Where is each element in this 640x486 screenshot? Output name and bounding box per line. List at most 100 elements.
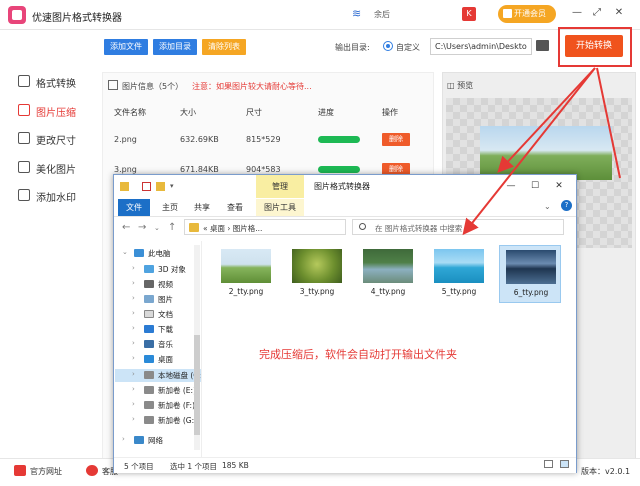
tab-picture-tools[interactable]: 图片工具 xyxy=(256,199,304,216)
forward-arrow-icon[interactable]: → xyxy=(138,222,146,233)
file-thumbnail xyxy=(221,249,271,283)
properties-icon[interactable] xyxy=(142,182,151,191)
add-file-button[interactable]: 添加文件 xyxy=(104,39,148,55)
status-selected: 选中 1 个项目 xyxy=(170,462,218,471)
up-arrow-icon[interactable]: ↑ xyxy=(168,222,176,233)
close-icon[interactable]: ✕ xyxy=(612,6,626,20)
sidebar-item-label: 美化图片 xyxy=(36,165,76,176)
file-item[interactable]: 4_tty.png xyxy=(357,245,419,303)
tree-item-label: 此电脑 xyxy=(148,249,171,258)
file-info-note: 注意：如果图片较大请耐心等待... xyxy=(192,82,312,91)
expand-chevron-icon[interactable]: › xyxy=(132,309,135,317)
search-placeholder: 在 图片格式转换器 中搜索 xyxy=(375,224,463,233)
drive-icon xyxy=(144,386,154,394)
file-item[interactable]: 5_tty.png xyxy=(428,245,490,303)
drive-icon xyxy=(144,401,154,409)
file-name: 4_tty.png xyxy=(370,287,406,296)
restore-icon[interactable]: ⤢ xyxy=(590,6,604,20)
row-progress-bar xyxy=(318,166,360,173)
sidebar-item-label: 图片压缩 xyxy=(36,108,76,119)
tab-home[interactable]: 主页 xyxy=(162,202,178,213)
tree-scrollbar-thumb[interactable] xyxy=(194,335,200,435)
expand-chevron-icon[interactable]: › xyxy=(132,294,135,302)
expand-chevron-icon[interactable]: › xyxy=(132,279,135,287)
drive-icon xyxy=(144,371,154,379)
expand-chevron-icon[interactable]: › xyxy=(132,324,135,332)
expand-chevron-icon[interactable]: ⌄ xyxy=(122,248,128,256)
official-site-link[interactable]: 官方网址 xyxy=(30,466,62,477)
file-item-selected[interactable]: 6_tty.png xyxy=(499,245,561,303)
preview-icon: ◫ xyxy=(447,81,455,90)
add-folder-button[interactable]: 添加目录 xyxy=(153,39,197,55)
large-icons-view-icon[interactable] xyxy=(560,460,569,468)
output-path-input[interactable]: C:\Users\admin\Deskto xyxy=(430,38,532,55)
file-item[interactable]: 2_tty.png xyxy=(215,245,277,303)
expand-chevron-icon[interactable]: › xyxy=(132,264,135,272)
delete-button[interactable]: 删除 xyxy=(382,133,410,146)
pictures-icon xyxy=(144,295,154,303)
close-icon[interactable]: ✕ xyxy=(552,179,566,193)
vip-label: 开通会员 xyxy=(514,9,546,18)
tree-item-label: 新加卷 (G:) xyxy=(158,416,198,425)
vip-button[interactable]: 开通会员 xyxy=(498,5,556,23)
start-convert-button[interactable]: 开始转换 xyxy=(565,35,623,57)
tree-item-label: 网络 xyxy=(148,436,163,445)
expand-chevron-icon[interactable]: › xyxy=(132,339,135,347)
back-arrow-icon[interactable]: ← xyxy=(122,222,130,233)
preview-image xyxy=(480,126,612,180)
row-file-size: 632.69KB xyxy=(180,135,219,144)
maximize-icon[interactable]: ☐ xyxy=(528,179,542,193)
user-avatar-icon: ≋ xyxy=(352,7,362,20)
new-folder-icon[interactable] xyxy=(156,182,165,191)
ribbon-tabs xyxy=(114,199,576,217)
music-icon xyxy=(144,340,154,348)
row-progress-bar xyxy=(318,136,360,143)
expand-chevron-icon[interactable]: › xyxy=(132,400,135,408)
tab-share[interactable]: 共享 xyxy=(194,202,210,213)
manage-tab-label[interactable]: 管理 xyxy=(272,181,288,192)
ribbon-expand-icon[interactable]: ⌄ xyxy=(544,202,551,211)
column-header: 操作 xyxy=(382,108,398,117)
explorer-window: ▾ 管理 图片格式转换器 — ☐ ✕ 文件 主页 共享 查看 图片工具 ⌄ ? … xyxy=(113,174,577,473)
watermark-icon xyxy=(18,189,30,201)
file-thumbnail xyxy=(434,249,484,283)
user-area[interactable]: ≋ 余后 xyxy=(352,7,398,23)
address-bar[interactable]: « 桌面 › 图片格... xyxy=(184,219,346,235)
expand-chevron-icon[interactable]: › xyxy=(132,385,135,393)
file-thumbnail xyxy=(363,249,413,283)
custom-radio-label: 自定义 xyxy=(396,43,420,52)
service-icon xyxy=(86,465,98,476)
column-header: 进度 xyxy=(318,108,334,117)
tree-item-label: 下载 xyxy=(158,325,173,334)
folder-icon xyxy=(189,223,199,232)
expand-chevron-icon[interactable]: › xyxy=(132,354,135,362)
customize-quick-access-icon[interactable]: ▾ xyxy=(170,182,179,191)
vip-badge-icon[interactable]: K xyxy=(462,7,476,21)
folder-icon[interactable] xyxy=(536,40,549,51)
desktop-icon xyxy=(144,355,154,363)
search-input[interactable]: 在 图片格式转换器 中搜索 xyxy=(352,219,564,235)
details-view-icon[interactable] xyxy=(544,460,553,468)
custom-radio[interactable] xyxy=(383,41,393,51)
tree-item-label: 新加卷 (F:) xyxy=(158,401,195,410)
expand-chevron-icon[interactable]: › xyxy=(122,435,125,443)
help-icon[interactable]: ? xyxy=(561,200,572,211)
expand-chevron-icon[interactable]: › xyxy=(132,370,135,378)
file-name: 2_tty.png xyxy=(228,287,264,296)
recent-chevron-icon[interactable]: ⌄ xyxy=(154,224,160,232)
clear-list-button[interactable]: 清除列表 xyxy=(202,39,246,55)
row-file-name: 2.png xyxy=(114,135,137,144)
drive-icon xyxy=(144,416,154,424)
tab-file[interactable]: 文件 xyxy=(118,199,150,216)
column-header: 尺寸 xyxy=(246,108,262,117)
expand-chevron-icon[interactable]: › xyxy=(132,415,135,423)
app-title: 优速图片格式转换器 xyxy=(32,13,122,24)
file-item[interactable]: 3_tty.png xyxy=(286,245,348,303)
tree-item-label: 文档 xyxy=(158,310,173,319)
file-thumbnail xyxy=(292,249,342,283)
sidebar-item-label: 添加水印 xyxy=(36,193,76,204)
minimize-icon[interactable]: — xyxy=(504,179,518,193)
tab-view[interactable]: 查看 xyxy=(227,202,243,213)
minimize-icon[interactable]: — xyxy=(570,6,584,20)
tree-item-label: 桌面 xyxy=(158,355,173,364)
